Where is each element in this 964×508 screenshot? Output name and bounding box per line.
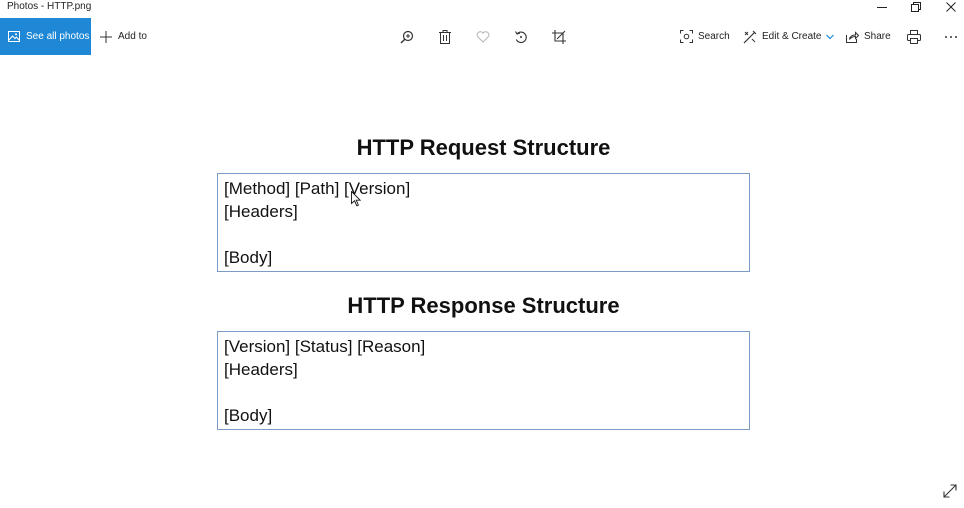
add-to-button[interactable]: Add to xyxy=(100,18,147,55)
zoom-in-icon xyxy=(400,30,414,44)
request-box: [Method] [Path] [Version] [Headers] [Bod… xyxy=(217,173,750,272)
share-icon xyxy=(846,30,859,43)
search-label: Search xyxy=(698,31,730,42)
zoom-button[interactable] xyxy=(397,27,417,47)
favorite-button[interactable] xyxy=(473,27,493,47)
expand-icon xyxy=(943,484,957,498)
close-button[interactable] xyxy=(933,0,964,14)
edit-create-icon xyxy=(743,30,757,44)
restore-button[interactable] xyxy=(898,0,934,14)
request-line-1: [Method] [Path] [Version] xyxy=(224,179,411,198)
share-label: Share xyxy=(864,31,891,42)
add-to-label: Add to xyxy=(118,31,147,42)
edit-create-label: Edit & Create xyxy=(762,31,822,42)
see-all-photos-label: See all photos xyxy=(26,31,90,42)
crop-button[interactable] xyxy=(549,27,569,47)
response-line-2: [Headers] xyxy=(224,360,298,379)
plus-icon xyxy=(100,30,112,43)
request-line-4: [Body] xyxy=(224,248,273,267)
title-bar: Photos - HTTP.png xyxy=(0,0,964,14)
response-line-4: [Body] xyxy=(224,406,273,425)
restore-icon xyxy=(911,2,921,12)
see-all-photos-button[interactable]: See all photos xyxy=(0,18,91,55)
full-screen-button[interactable] xyxy=(943,484,957,503)
share-button[interactable]: Share xyxy=(846,18,891,55)
toolbar: See all photos Add to Search Edit & Crea… xyxy=(0,18,964,55)
more-options-button[interactable] xyxy=(941,27,961,47)
crop-icon xyxy=(552,30,566,44)
response-line-1: [Version] [Status] [Reason] xyxy=(224,337,426,356)
response-title: HTTP Response Structure xyxy=(347,293,620,318)
heart-icon xyxy=(476,31,490,43)
response-box: [Version] [Status] [Reason] [Headers] [B… xyxy=(217,331,750,430)
search-icon xyxy=(680,30,693,43)
print-button[interactable] xyxy=(904,27,924,47)
chevron-down-icon xyxy=(826,34,835,40)
close-icon xyxy=(946,2,956,12)
rotate-icon xyxy=(515,31,527,44)
mouse-cursor-icon xyxy=(351,191,361,207)
edit-create-button[interactable]: Edit & Create xyxy=(743,18,835,55)
rotate-button[interactable] xyxy=(511,27,531,47)
request-line-2: [Headers] xyxy=(224,202,298,221)
request-title: HTTP Request Structure xyxy=(356,135,611,160)
image-icon xyxy=(8,31,20,42)
more-icon xyxy=(945,36,957,38)
print-icon xyxy=(907,30,921,44)
delete-icon xyxy=(439,30,451,44)
minimize-icon xyxy=(877,7,887,8)
search-button[interactable]: Search xyxy=(680,18,730,55)
window-title: Photos - HTTP.png xyxy=(7,1,92,12)
minimize-button[interactable] xyxy=(864,0,900,14)
delete-button[interactable] xyxy=(435,27,455,47)
